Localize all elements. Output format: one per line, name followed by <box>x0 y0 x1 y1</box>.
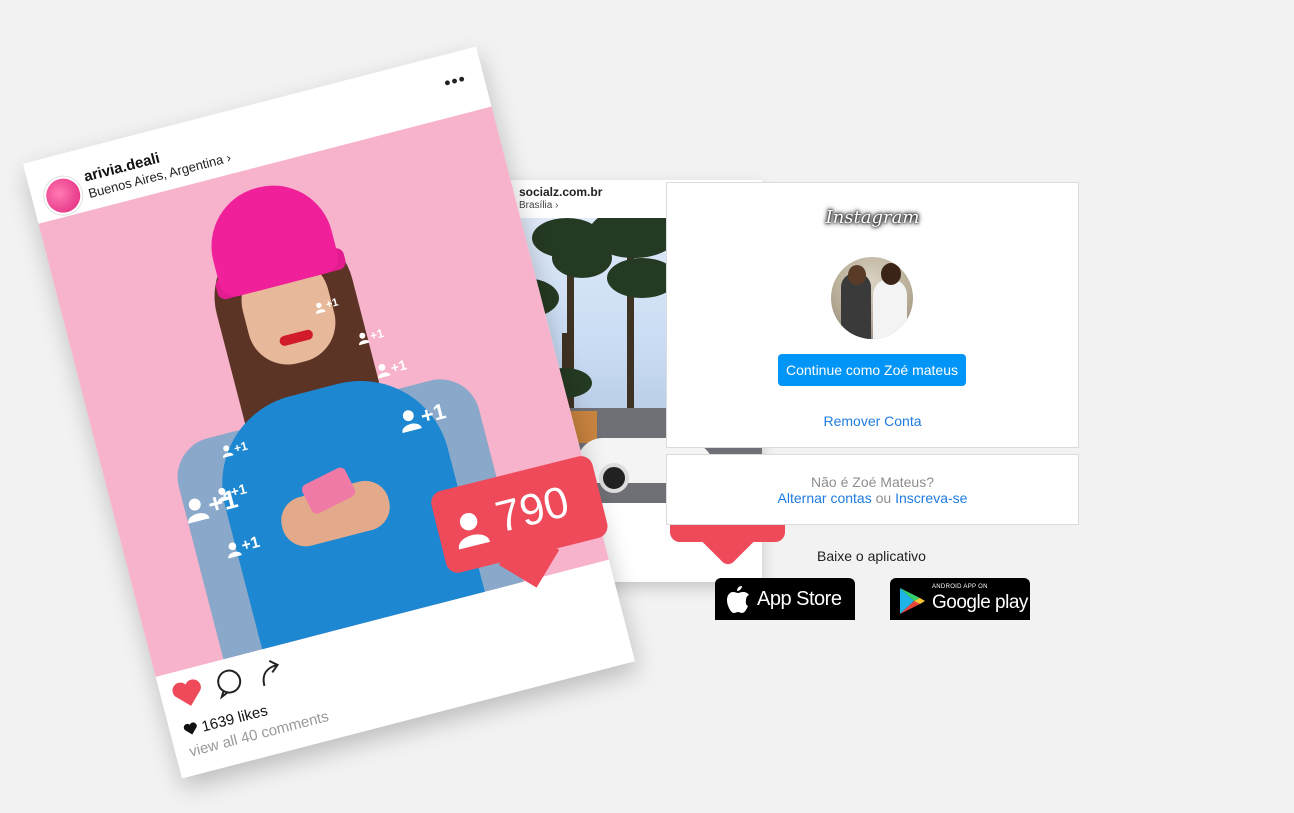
or-text: ou <box>875 490 892 506</box>
follower-plus-icon: +1 <box>374 356 408 379</box>
remove-account-link[interactable]: Remover Conta <box>667 413 1078 429</box>
continue-as-button[interactable]: Continue como Zoé mateus <box>778 354 966 386</box>
switch-row: Alternar contas ou Inscreva-se <box>667 490 1078 506</box>
app-store-badge[interactable]: App Store <box>715 578 855 620</box>
small-heart-icon <box>182 720 200 740</box>
not-you-text: Não é Zoé Mateus? <box>811 474 934 490</box>
instagram-logo: Instagram <box>825 207 920 228</box>
heart-icon[interactable] <box>170 676 207 715</box>
download-app-title: Baixe o aplicativo <box>817 548 926 564</box>
switch-account-panel: Não é Zoé Mateus? Alternar contas ou Ins… <box>666 454 1079 525</box>
app-store-label: App Store <box>757 587 842 610</box>
post-location: Brasília › <box>519 200 559 211</box>
post-username: socialz.com.br <box>519 185 603 199</box>
google-play-badge[interactable]: ANDROID APP ON Google play <box>890 578 1030 620</box>
google-play-icon <box>898 586 926 621</box>
switch-accounts-link[interactable]: Alternar contas <box>778 490 872 506</box>
more-options-icon[interactable]: ••• <box>442 68 468 94</box>
google-play-label: Google play <box>932 592 1028 613</box>
apple-icon <box>725 584 751 614</box>
login-panel: Instagram Continue como Zoé mateus Remov… <box>666 182 1079 448</box>
profile-photo <box>831 257 913 339</box>
avatar <box>40 172 87 219</box>
comment-icon[interactable] <box>212 665 247 704</box>
share-icon[interactable] <box>255 655 288 693</box>
signup-link[interactable]: Inscreva-se <box>895 490 967 506</box>
android-app-caption: ANDROID APP ON <box>932 584 988 590</box>
post-card-arivia: arivia.deali Buenos Aires, Argentina › •… <box>22 46 636 779</box>
